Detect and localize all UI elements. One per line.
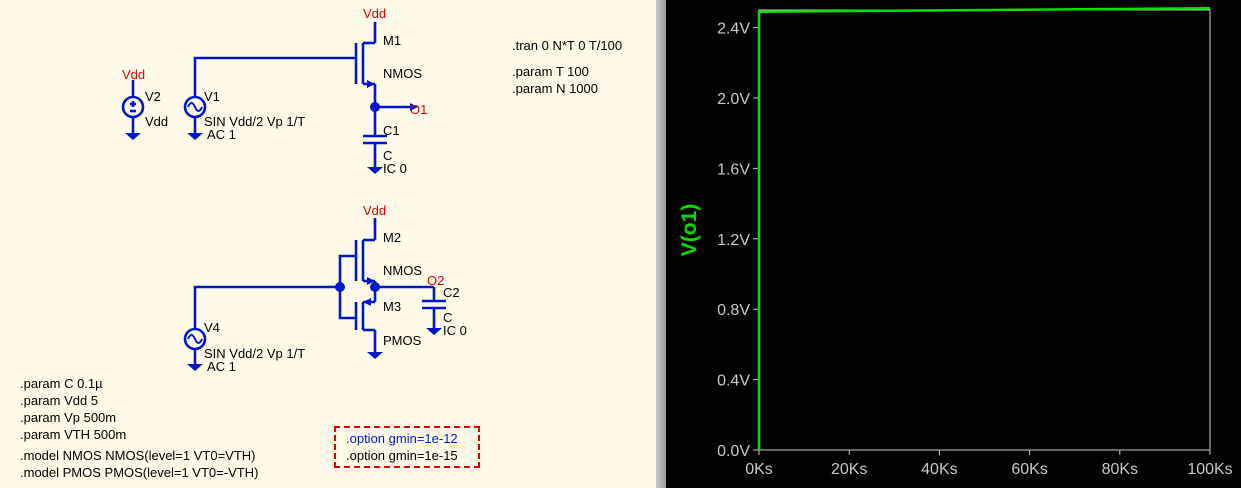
- waveform-pane[interactable]: 2.4V 2.0V 1.6V 1.2V 0.8V 0.4V 0.0V 0Ks 20Ks 40Ks…: [666, 0, 1241, 488]
- x-tick-label: 40Ks: [921, 461, 957, 478]
- m1-model-label: NMOS: [383, 66, 422, 81]
- trace-name-label[interactable]: V(o1): [678, 204, 701, 257]
- m2-name-label: M2: [383, 230, 401, 245]
- option-highlight-box: .option gmin=1e-12 .option gmin=1e-15: [334, 426, 480, 468]
- y-tick-label: 1.6V: [717, 161, 750, 178]
- m3-model-label: PMOS: [383, 333, 422, 348]
- v4-name-label: V4: [204, 320, 220, 335]
- model-pmos-directive[interactable]: .model PMOS PMOS(level=1 VT0=-VTH): [20, 464, 258, 481]
- o2-net-label[interactable]: O2: [427, 273, 444, 288]
- x-tick-label: 80Ks: [1102, 461, 1138, 478]
- c1-ic-label: IC 0: [383, 161, 407, 176]
- x-tick-label: 60Ks: [1011, 461, 1047, 478]
- x-tick-label: 100Ks: [1187, 461, 1232, 478]
- vdd-net-label-m1[interactable]: Vdd: [363, 6, 386, 21]
- option-gmin-active[interactable]: .option gmin=1e-12: [346, 431, 458, 446]
- tran-directive[interactable]: .tran 0 N*T 0 T/100: [512, 37, 622, 54]
- v1-ac-label: AC 1: [207, 127, 236, 142]
- x-axis: 0Ks 20Ks 40Ks 60Ks 80Ks 100Ks: [745, 450, 1233, 478]
- m2-model-label: NMOS: [383, 263, 422, 278]
- param-t-directive[interactable]: .param T 100: [512, 63, 589, 80]
- y-tick-label: 1.2V: [717, 232, 750, 249]
- trace-v-o1[interactable]: [757, 6, 1211, 450]
- model-nmos-directive[interactable]: .model NMOS NMOS(level=1 VT0=VTH): [20, 447, 256, 464]
- m2-nmos-transistor[interactable]: [338, 218, 377, 287]
- plot-frame: [758, 9, 1211, 451]
- c2-name-label: C2: [443, 285, 460, 300]
- v4-sine-source[interactable]: [183, 327, 207, 371]
- y-tick-label: 0.0V: [717, 443, 750, 460]
- param-vth-directive[interactable]: .param VTH 500m: [20, 426, 126, 443]
- param-vdd-directive[interactable]: .param Vdd 5: [20, 392, 98, 409]
- v1-name-label: V1: [204, 89, 220, 104]
- x-tick-label: 0Ks: [745, 461, 773, 478]
- option-gmin-commented[interactable]: .option gmin=1e-15: [346, 448, 458, 463]
- m1-nmos-transistor[interactable]: [354, 22, 377, 107]
- y-axis: 2.4V 2.0V 1.6V 1.2V 0.8V 0.4V 0.0V: [717, 21, 759, 460]
- vdd-net-label-m2[interactable]: Vdd: [363, 203, 386, 218]
- waveform-plot[interactable]: 2.4V 2.0V 1.6V 1.2V 0.8V 0.4V 0.0V 0Ks 20Ks 40Ks…: [666, 0, 1241, 488]
- m3-name-label: M3: [383, 299, 401, 314]
- pane-splitter[interactable]: [656, 0, 666, 488]
- v4-ac-label: AC 1: [207, 359, 236, 374]
- c1-name-label: C1: [383, 123, 400, 138]
- schematic-pane[interactable]: Vdd Vdd Vdd O1 O2 M1 NMOS C1 C IC 0 V2 V…: [0, 0, 656, 488]
- m3-pmos-transistor[interactable]: [338, 287, 383, 359]
- y-tick-label: 2.4V: [717, 21, 750, 38]
- x-tick-label: 20Ks: [831, 461, 867, 478]
- v2-value-label: Vdd: [145, 114, 168, 129]
- c2-ic-label: IC 0: [443, 323, 467, 338]
- y-tick-label: 2.0V: [717, 91, 750, 108]
- param-c-directive[interactable]: .param C 0.1µ: [20, 375, 103, 392]
- param-vp-directive[interactable]: .param Vp 500m: [20, 409, 116, 426]
- param-n-directive[interactable]: .param N 1000: [512, 80, 598, 97]
- v2-name-label: V2: [145, 89, 161, 104]
- vdd-net-label-v2[interactable]: Vdd: [122, 67, 145, 82]
- y-tick-label: 0.8V: [717, 302, 750, 319]
- v2-voltage-source[interactable]: [121, 80, 145, 140]
- y-tick-label: 0.4V: [717, 373, 750, 390]
- o2-net-wiring: [370, 282, 436, 300]
- m1-name-label: M1: [383, 33, 401, 48]
- o1-net-label[interactable]: O1: [410, 102, 427, 117]
